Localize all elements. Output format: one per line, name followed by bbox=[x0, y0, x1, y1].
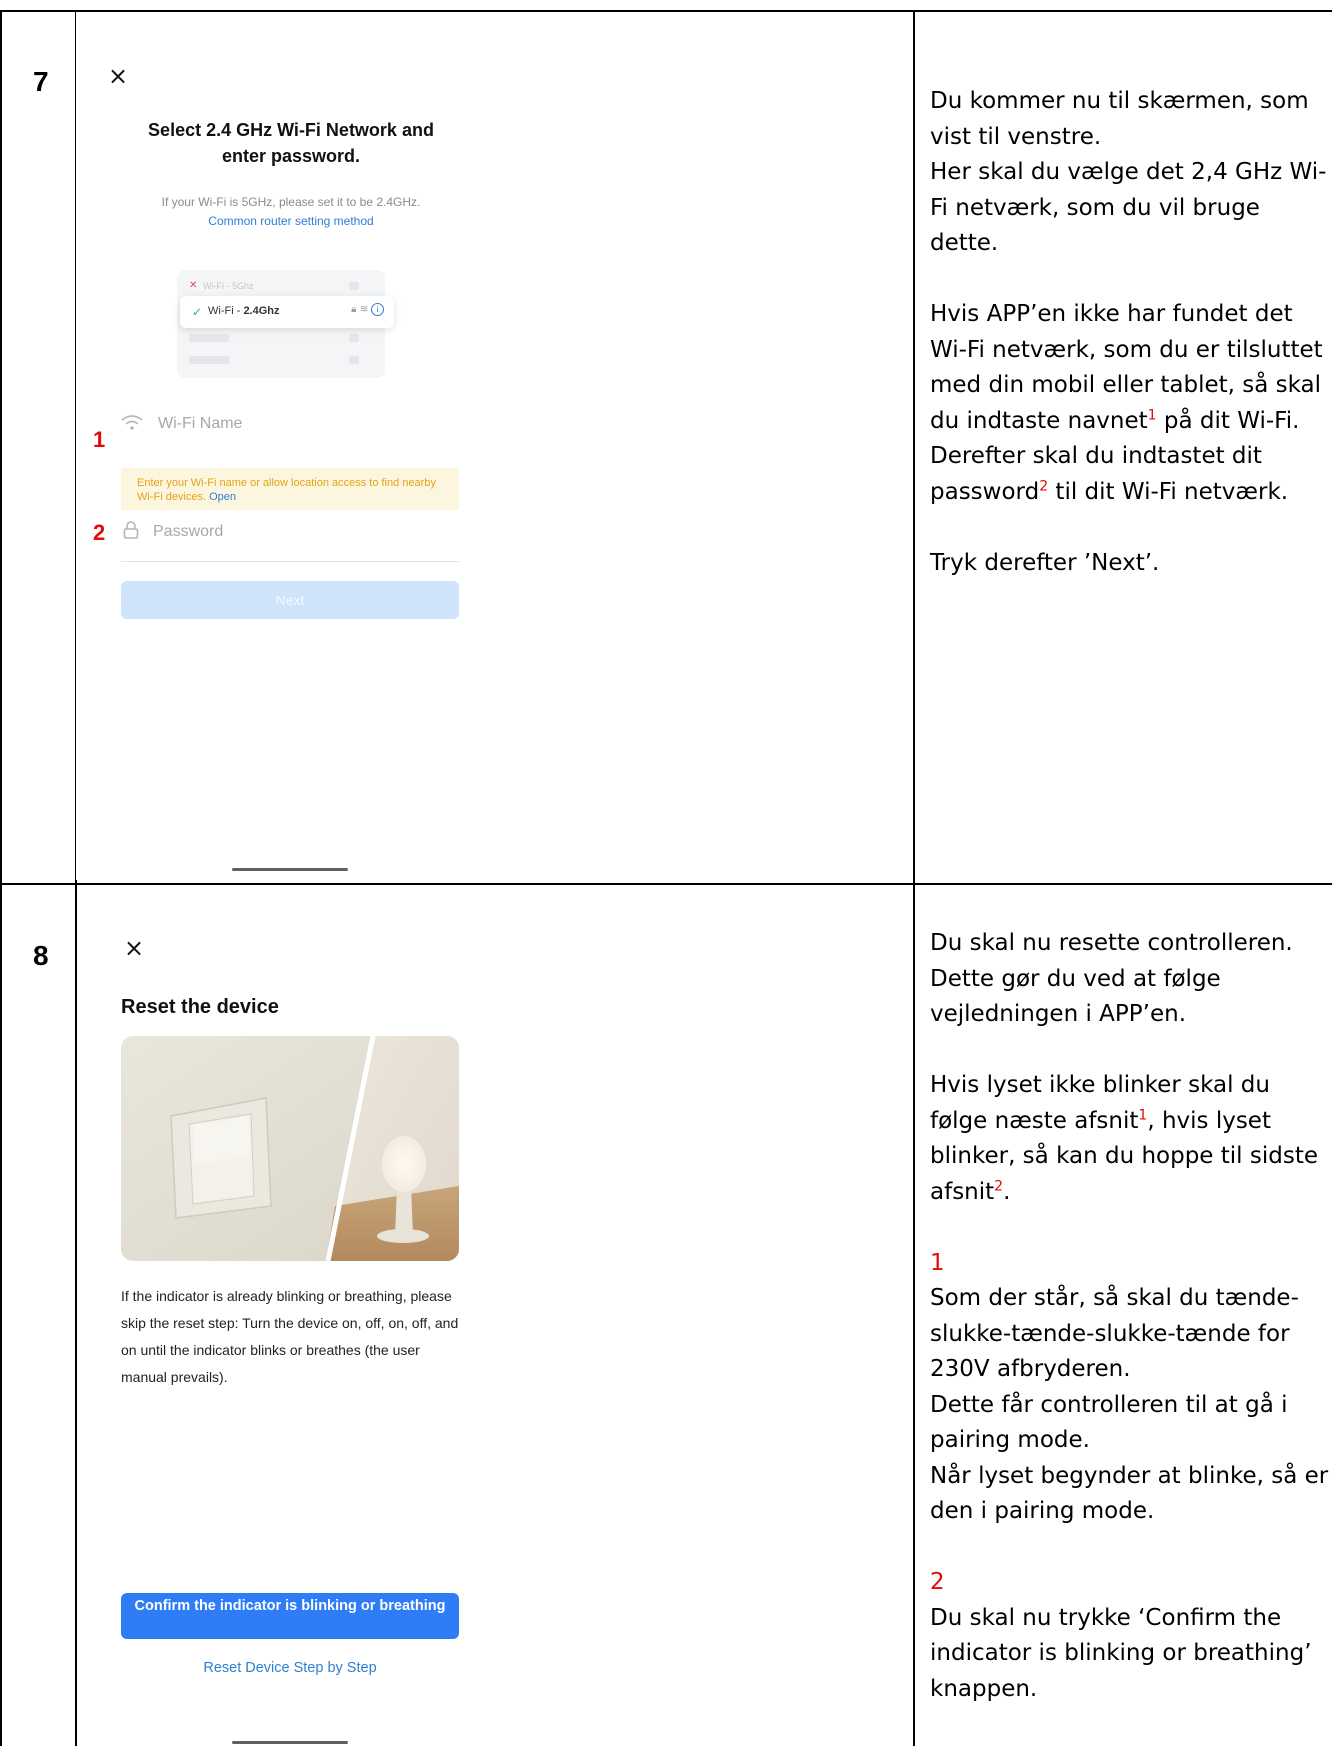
password-underline bbox=[121, 561, 459, 562]
check-icon: ✓ bbox=[192, 305, 203, 319]
title-line-1: Select 2.4 GHz Wi-Fi Network and bbox=[148, 120, 434, 140]
step-number: 8 bbox=[33, 940, 49, 971]
marker-1: 1 bbox=[93, 427, 106, 452]
close-icon[interactable]: × bbox=[124, 936, 144, 960]
reset-device-photo bbox=[121, 1036, 459, 1261]
desc-paragraph: Derefter skal du indtastet dit password2… bbox=[930, 443, 1289, 505]
desc-paragraph: Du kommer nu til skærmen, som vist til v… bbox=[930, 88, 1309, 150]
desc-paragraph: Du skal nu trykke ‘Confirm the indicator… bbox=[930, 1604, 1312, 1702]
x-icon: ✕ bbox=[189, 280, 198, 291]
section-number-1: 1 bbox=[930, 1249, 945, 1276]
confirm-button-label: Confirm the indicator is blinking or bre… bbox=[134, 1598, 446, 1614]
marker-2: 2 bbox=[93, 520, 106, 545]
footnote-1: 1 bbox=[1147, 406, 1157, 423]
wifi-5g-label: Wi-Fi - 5Ghz bbox=[203, 281, 254, 291]
home-indicator bbox=[232, 868, 348, 871]
step-7-description: Du kommer nu til skærmen, som vist til v… bbox=[930, 84, 1330, 581]
desc-paragraph: Dette får controlleren til at gå i pairi… bbox=[930, 1391, 1288, 1454]
confirm-indicator-button[interactable]: Confirm the indicator is blinking or bre… bbox=[121, 1593, 459, 1639]
next-button[interactable]: Next bbox=[121, 581, 459, 619]
desc-paragraph: Hvis APP’en ikke har fundet det Wi-Fi ne… bbox=[930, 301, 1323, 434]
next-button-label: Next bbox=[275, 592, 305, 608]
close-icon[interactable]: × bbox=[108, 64, 128, 88]
title-line-2: enter password. bbox=[221, 146, 361, 166]
footnote-2: 2 bbox=[994, 1177, 1004, 1194]
location-notice-text: Enter your Wi-Fi name or allow location … bbox=[137, 477, 436, 503]
desc-paragraph: Som der står, så skal du tænde-slukke-tæ… bbox=[930, 1285, 1299, 1382]
home-indicator bbox=[232, 1741, 348, 1744]
wifi-network-card: ✓ Wi-Fi - 2.4Ghz 🔒︎ ≋ i bbox=[180, 296, 394, 328]
page-title: Select 2.4 GHz Wi-Fi Network and enter p… bbox=[76, 117, 506, 169]
desc-paragraph: Du skal nu resette controlleren. Dette g… bbox=[930, 930, 1293, 1027]
password-input[interactable]: Password bbox=[153, 523, 223, 541]
page-title: Reset the device bbox=[121, 996, 279, 1018]
desc-paragraph: Når lyset begynder at blinke, så er den … bbox=[930, 1462, 1329, 1525]
desc-paragraph: Her skal du vælge det 2,4 GHz Wi-Fi netv… bbox=[930, 159, 1327, 256]
step-number: 7 bbox=[33, 66, 49, 97]
table-row-divider bbox=[0, 883, 1332, 885]
lock-icon bbox=[123, 521, 139, 539]
desc-paragraph: Hvis lyset ikke blinker skal du følge næ… bbox=[930, 1072, 1319, 1205]
desc-paragraph: Tryk derefter ’Next’. bbox=[930, 549, 1160, 576]
reset-step-by-step-link[interactable]: Reset Device Step by Step bbox=[121, 1660, 459, 1676]
reset-instructions: If the indicator is already blinking or … bbox=[121, 1288, 459, 1385]
step-8-description: Du skal nu resette controlleren. Dette g… bbox=[930, 926, 1330, 1707]
subtitle: If your Wi-Fi is 5GHz, please set it to … bbox=[161, 195, 421, 209]
table-divider-screen-col bbox=[913, 10, 915, 1746]
wifi-icon bbox=[121, 415, 143, 430]
wifi-24-label: Wi-Fi - 2.4Ghz bbox=[208, 305, 280, 317]
section-number-2: 2 bbox=[930, 1569, 945, 1595]
footnote-2: 2 bbox=[1039, 477, 1049, 494]
wifi-status-icons: 🔒︎ ≋ i bbox=[351, 303, 384, 316]
footnote-1: 1 bbox=[1138, 1106, 1148, 1123]
location-notice: Enter your Wi-Fi name or allow location … bbox=[121, 468, 459, 510]
router-setting-link[interactable]: Common router setting method bbox=[76, 214, 506, 228]
table-border-left bbox=[0, 10, 2, 1746]
info-icon: i bbox=[371, 303, 384, 316]
open-link[interactable]: Open bbox=[209, 491, 236, 503]
wifi-name-input[interactable]: Wi-Fi Name bbox=[158, 415, 242, 433]
